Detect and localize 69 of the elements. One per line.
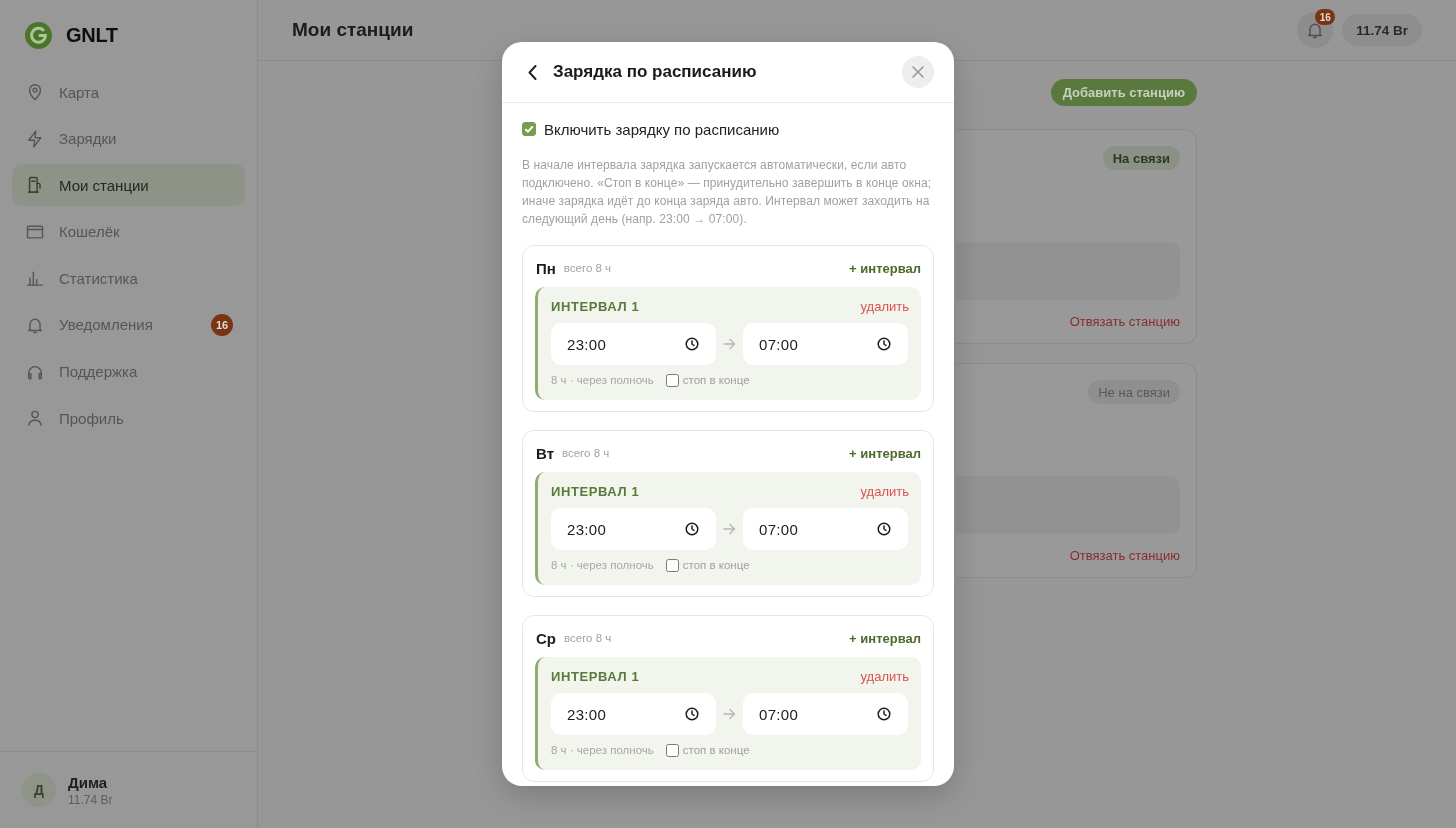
back-button[interactable]: [528, 64, 537, 80]
checkbox[interactable]: [522, 122, 536, 136]
interval-label: ИНТЕРВАЛ 1: [551, 483, 640, 499]
checkbox[interactable]: [665, 743, 679, 757]
nav-item[interactable]: Мои станции: [12, 164, 245, 207]
clock-icon[interactable]: [877, 707, 891, 721]
nav-item[interactable]: Профиль: [12, 397, 245, 440]
time-field[interactable]: 07:00: [743, 323, 908, 365]
delete-link[interactable]: удалить: [860, 298, 909, 314]
day-total: всего 8 ч: [562, 447, 611, 459]
chevron-left-icon: [528, 64, 537, 80]
time-field[interactable]: 23:00: [551, 693, 716, 735]
add-station-button[interactable]: Добавить станцию: [1050, 79, 1197, 106]
unlink-link[interactable]: Отвязать станцию: [1069, 314, 1180, 329]
nav-item[interactable]: Карта: [12, 71, 245, 113]
interval-note: 8 ч · через полночь: [551, 559, 654, 571]
clock-icon[interactable]: [877, 337, 891, 351]
user-name: Дима: [68, 773, 109, 791]
interval-note: 8 ч · через полночь: [551, 374, 654, 386]
day-name: Ср: [536, 629, 556, 647]
nav-item[interactable]: Поддержка: [12, 350, 245, 393]
description-text: В начале интервала зарядка запускается автоматически, если авто подключено. «Стоп в конце» — принудительно завершить в конце окна; иначе зарядка идёт до конца заряда авто. Интервал может заходить на следующий день (напр. 23:00 → 07:00).: [522, 157, 933, 228]
user-balance: 11.74 Br: [68, 792, 113, 807]
time-field[interactable]: 07:00: [743, 693, 908, 735]
unlink-link[interactable]: Отвязать станцию: [1069, 548, 1180, 563]
add-interval-link[interactable]: + интервал: [849, 445, 921, 461]
avatar: Д: [22, 773, 56, 807]
time-field[interactable]: 23:00: [551, 508, 716, 550]
day-total: всего 8 ч: [564, 632, 613, 644]
count-badge: 16: [211, 313, 233, 336]
clock-icon[interactable]: [685, 337, 699, 351]
arrow-icon: [723, 523, 736, 535]
delete-link[interactable]: удалить: [860, 483, 909, 499]
delete-link[interactable]: удалить: [860, 668, 909, 684]
checkbox-label: стоп в конце: [682, 374, 750, 386]
dialog-title: Зарядка по расписанию: [553, 62, 758, 82]
day-name: Пн: [536, 259, 556, 277]
interval-label: ИНТЕРВАЛ 1: [551, 298, 640, 314]
interval-label: ИНТЕРВАЛ 1: [551, 668, 640, 684]
clock-icon[interactable]: [685, 522, 699, 536]
checkbox[interactable]: [665, 373, 679, 387]
add-interval-link[interactable]: + интервал: [849, 630, 921, 646]
logo-icon: [25, 22, 52, 49]
clock-icon[interactable]: [685, 707, 699, 721]
arrow-icon: [723, 708, 736, 720]
nav-item[interactable]: Кошелёк: [12, 210, 245, 253]
nav-item[interactable]: Уведомления 16: [12, 303, 245, 346]
nav-item[interactable]: Зарядки: [12, 117, 245, 160]
notifications-button[interactable]: 16: [1297, 12, 1334, 48]
checkbox-label: стоп в конце: [682, 559, 750, 571]
day-name: Вт: [536, 444, 554, 462]
brand-name: GNLT: [66, 24, 118, 47]
page-title: Мои станции: [292, 19, 414, 41]
close-icon: [912, 66, 924, 78]
checkbox-label: стоп в конце: [682, 744, 750, 756]
checkbox[interactable]: [665, 558, 679, 572]
checkbox-label: Включить зарядку по расписанию: [544, 120, 780, 138]
person-icon: [25, 408, 45, 429]
time-field[interactable]: 07:00: [743, 508, 908, 550]
status-badge: На связи: [1102, 146, 1180, 170]
count-badge: 16: [1315, 9, 1336, 25]
nav-item[interactable]: Статистика: [12, 257, 245, 300]
clock-icon[interactable]: [877, 522, 891, 536]
add-interval-link[interactable]: + интервал: [849, 260, 921, 276]
interval-note: 8 ч · через полночь: [551, 744, 654, 756]
day-total: всего 8 ч: [563, 262, 613, 274]
arrow-icon: [723, 338, 736, 350]
balance-pill: 11.74 Br: [1342, 14, 1422, 46]
time-field[interactable]: 23:00: [551, 323, 716, 365]
